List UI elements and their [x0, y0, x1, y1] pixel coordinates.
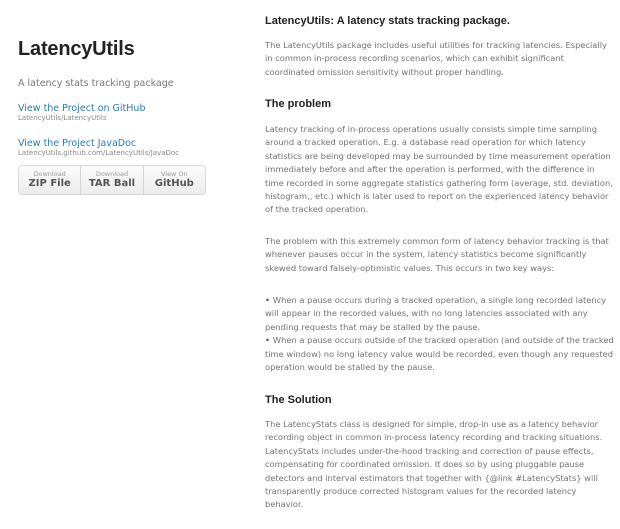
sidebar: LatencyUtils A latency stats tracking pa…	[18, 38, 223, 195]
intro-paragraph: The LatencyUtils package includes useful…	[265, 40, 607, 77]
list-item: • When a pause occurs during a tracked op…	[265, 294, 615, 334]
download-tar-caption: Download	[95, 170, 129, 178]
problem-bullet-list: • When a pause occurs during a tracked op…	[265, 294, 615, 374]
download-tar-label: TAR Ball	[88, 178, 136, 189]
solution-paragraph: The LatencyStats class is designed for s…	[265, 419, 603, 510]
download-zip-label: ZIP File	[28, 178, 71, 189]
javadoc-project-path: LatencyUtils.github.com/LatencyUtils/Jav…	[18, 149, 180, 157]
project-tagline: A latency stats tracking package	[18, 78, 174, 89]
download-zip-caption: Download	[33, 170, 66, 178]
view-on-github-button[interactable]: View On GitHub	[144, 166, 205, 194]
problem-heading: The problem	[265, 98, 332, 110]
github-link-block: View the Project on GitHub LatencyUtils/…	[18, 103, 223, 122]
list-item: • When a pause occurs outside of the trac…	[265, 334, 615, 374]
download-tar-button[interactable]: Download TAR Ball	[81, 166, 144, 194]
view-on-github-label: GitHub	[154, 178, 194, 189]
view-on-github-caption: View On	[160, 170, 188, 178]
download-buttons: Download ZIP File Download TAR Ball View…	[18, 165, 206, 195]
download-zip-button[interactable]: Download ZIP File	[19, 166, 82, 194]
list-item-text: When a pause occurs during a tracked ope…	[265, 295, 607, 332]
list-item-text: When a pause occurs outside of the track…	[265, 335, 614, 373]
problem-paragraph-1: Latency tracking of in-process operation…	[265, 124, 613, 215]
problem-paragraph-2: The problem with this extremely common f…	[265, 236, 609, 273]
javadoc-link-block: View the Project JavaDoc LatencyUtils.gi…	[18, 138, 223, 157]
solution-heading: The Solution	[265, 394, 332, 406]
page-heading: LatencyUtils: A latency stats tracking p…	[265, 15, 510, 27]
github-project-path: LatencyUtils/LatencyUtils	[18, 114, 107, 122]
github-project-link[interactable]: View the Project on GitHub	[18, 103, 223, 114]
project-title: LatencyUtils	[18, 38, 135, 60]
bullet-icon: •	[265, 295, 270, 305]
javadoc-project-link[interactable]: View the Project JavaDoc	[18, 138, 223, 149]
bullet-icon: •	[265, 335, 270, 346]
